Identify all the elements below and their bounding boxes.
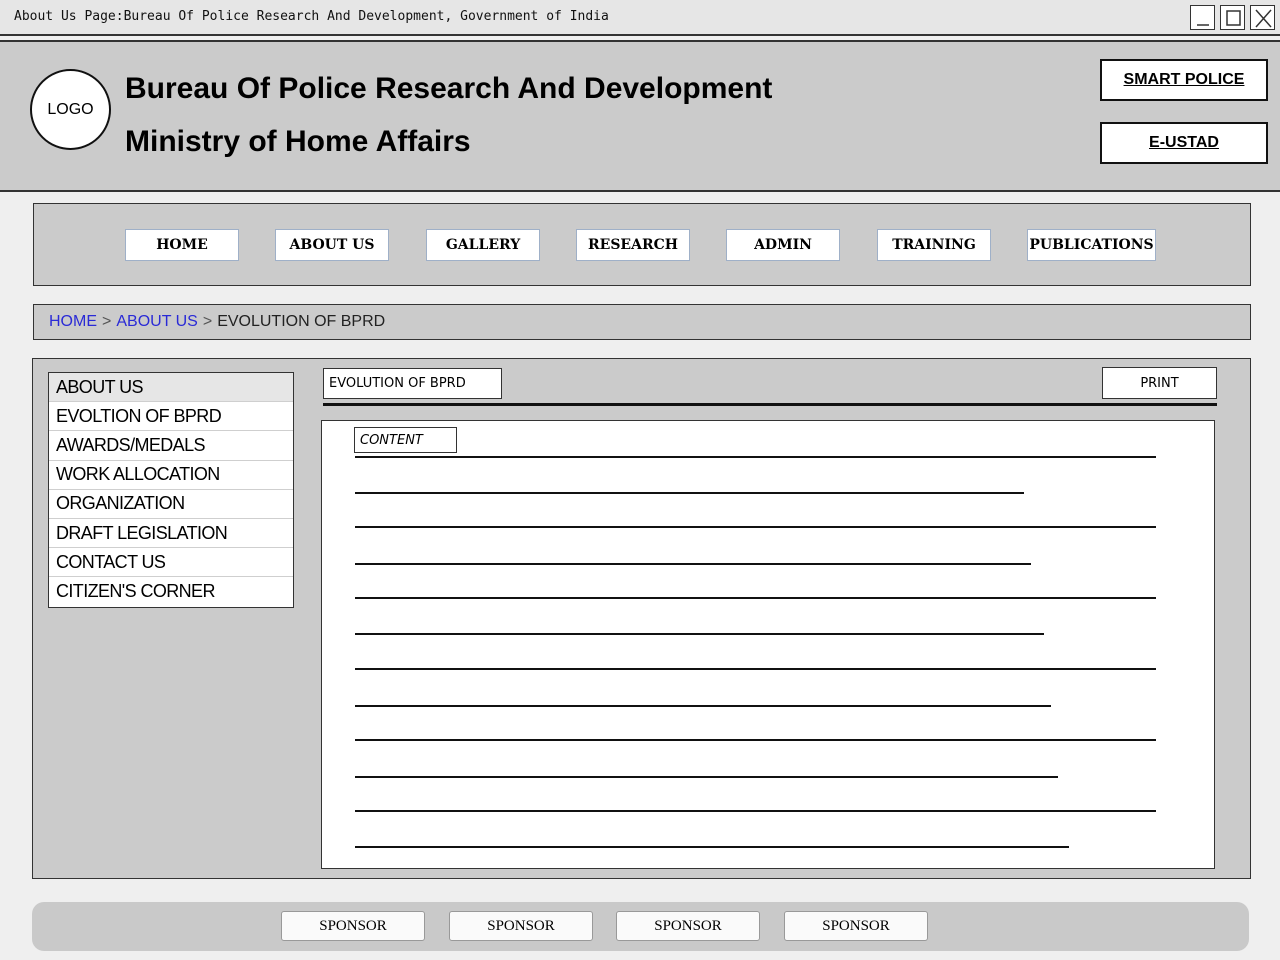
breadcrumb-current: EVOLUTION OF BPRD	[217, 313, 386, 330]
window-title-bar: About Us Page:Bureau Of Police Research …	[0, 0, 1280, 36]
nav-training[interactable]: TRAINING	[877, 229, 991, 261]
sponsor-button[interactable]: SPONSOR	[784, 911, 928, 941]
window-title: About Us Page:Bureau Of Police Research …	[14, 9, 609, 24]
nav-research[interactable]: RESEARCH	[576, 229, 690, 261]
sidebar-item-organization[interactable]: ORGANIZATION	[49, 490, 293, 519]
sponsor-button[interactable]: SPONSOR	[449, 911, 593, 941]
sidebar-item-contact-us[interactable]: CONTACT US	[49, 548, 293, 578]
sidebar-menu: ABOUT US EVOLTION OF BPRD AWARDS/MEDALS …	[48, 372, 294, 608]
sidebar-item-draft-legislation[interactable]: DRAFT LEGISLATION	[49, 519, 293, 549]
text-line-placeholder	[355, 776, 1058, 778]
print-button[interactable]: PRINT	[1102, 367, 1217, 399]
text-line-placeholder	[355, 705, 1051, 707]
nav-publications[interactable]: PUBLICATIONS	[1027, 229, 1156, 261]
close-icon[interactable]	[1250, 5, 1275, 30]
breadcrumb-separator: >	[102, 313, 112, 330]
sponsor-button[interactable]: SPONSOR	[281, 911, 425, 941]
sidebar-item-awards[interactable]: AWARDS/MEDALS	[49, 431, 293, 461]
breadcrumb-home[interactable]: HOME	[49, 313, 97, 331]
site-header: LOGO Bureau Of Police Research And Devel…	[0, 40, 1280, 192]
content-area	[321, 420, 1215, 869]
text-line-placeholder	[355, 739, 1156, 741]
text-line-placeholder	[355, 456, 1156, 458]
divider	[323, 403, 1217, 406]
minimize-icon[interactable]	[1190, 5, 1215, 30]
sidebar-item-work-allocation[interactable]: WORK ALLOCATION	[49, 461, 293, 490]
breadcrumb-about-us[interactable]: ABOUT US	[116, 313, 198, 331]
text-line-placeholder	[355, 492, 1024, 494]
maximize-icon[interactable]	[1220, 5, 1245, 30]
e-ustad-link[interactable]: E-USTAD	[1100, 122, 1268, 164]
nav-gallery[interactable]: GALLERY	[426, 229, 540, 261]
nav-about-us[interactable]: ABOUT US	[275, 229, 389, 261]
org-name: Bureau Of Police Research And Developmen…	[125, 72, 773, 105]
breadcrumb: HOME > ABOUT US > EVOLUTION OF BPRD	[33, 304, 1251, 340]
main-nav: HOME ABOUT US GALLERY RESEARCH ADMIN TRA…	[33, 203, 1251, 286]
logo[interactable]: LOGO	[30, 69, 111, 150]
text-line-placeholder	[355, 563, 1031, 565]
sponsor-button[interactable]: SPONSOR	[616, 911, 760, 941]
nav-home[interactable]: HOME	[125, 229, 239, 261]
text-line-placeholder	[355, 633, 1044, 635]
text-line-placeholder	[355, 810, 1156, 812]
ministry-name: Ministry of Home Affairs	[125, 125, 471, 158]
smart-police-link[interactable]: SMART POLICE	[1100, 59, 1268, 101]
text-line-placeholder	[355, 846, 1069, 848]
sidebar-heading: ABOUT US	[49, 373, 293, 403]
sidebar-item-citizens-corner[interactable]: CITIZEN'S CORNER	[49, 577, 293, 606]
breadcrumb-separator: >	[202, 313, 213, 330]
text-line-placeholder	[355, 597, 1156, 599]
sidebar-item-evolution[interactable]: EVOLTION OF BPRD	[49, 402, 293, 432]
text-line-placeholder	[355, 668, 1156, 670]
content-title: EVOLUTION OF BPRD	[323, 368, 502, 399]
text-line-placeholder	[355, 526, 1156, 528]
content-label: CONTENT	[354, 427, 457, 453]
nav-admin[interactable]: ADMIN	[726, 229, 840, 261]
